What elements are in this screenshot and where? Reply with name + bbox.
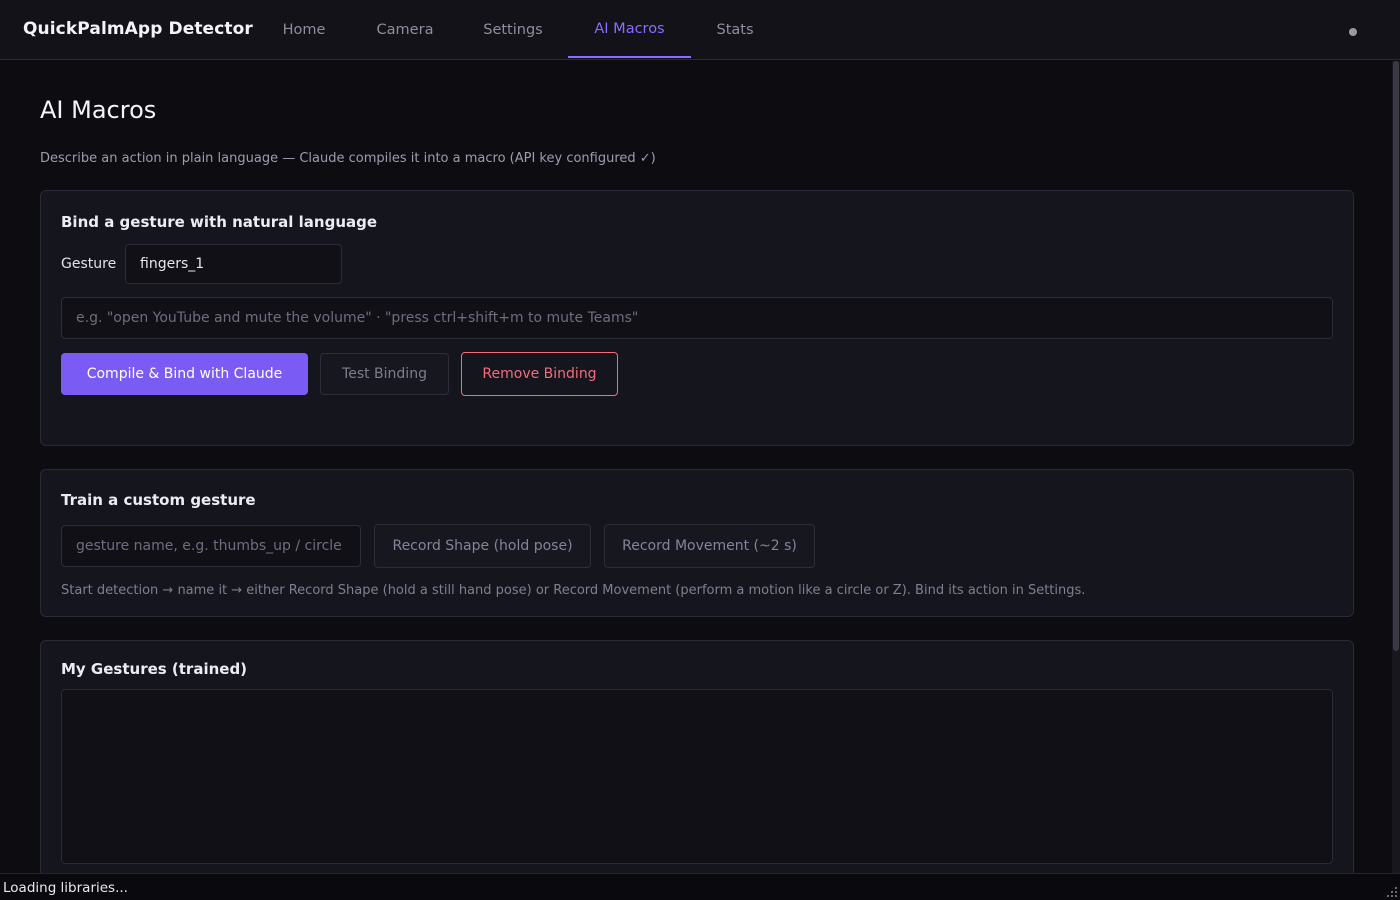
status-text: Loading libraries... [3, 880, 128, 896]
top-nav-bar: QuickPalmApp Detector Home Camera Settin… [0, 0, 1400, 60]
tab-ai-macros[interactable]: AI Macros [568, 0, 691, 58]
trained-gestures-list[interactable] [61, 689, 1333, 864]
scrollbar-thumb[interactable] [1393, 61, 1399, 651]
gesture-name-input[interactable]: gesture name, e.g. thumbs_up / circle [61, 525, 361, 567]
resize-grip-icon[interactable] [1386, 886, 1398, 898]
vertical-scrollbar[interactable] [1392, 61, 1400, 873]
tab-stats[interactable]: Stats [704, 0, 766, 58]
bind-card-title: Bind a gesture with natural language [61, 213, 378, 231]
page-description: Describe an action in plain language — C… [40, 151, 656, 166]
gesture-select[interactable]: fingers_1 [125, 244, 342, 284]
app-title: QuickPalmApp Detector [23, 19, 253, 39]
train-gesture-card: Train a custom gesture gesture name, e.g… [40, 469, 1354, 617]
main-content: AI Macros Describe an action in plain la… [0, 61, 1392, 873]
compile-bind-button[interactable]: Compile & Bind with Claude [61, 353, 308, 395]
train-hint-text: Start detection → name it → either Recor… [61, 583, 1086, 598]
macro-description-input[interactable]: e.g. "open YouTube and mute the volume" … [61, 297, 1333, 339]
record-movement-button[interactable]: Record Movement (~2 s) [604, 524, 815, 568]
record-shape-button[interactable]: Record Shape (hold pose) [374, 524, 591, 568]
my-gestures-card: My Gestures (trained) [40, 640, 1354, 873]
gesture-label: Gesture [61, 256, 117, 272]
tab-home[interactable]: Home [268, 0, 340, 58]
bind-gesture-card: Bind a gesture with natural language Ges… [40, 190, 1354, 446]
remove-binding-button[interactable]: Remove Binding [461, 352, 618, 396]
test-binding-button[interactable]: Test Binding [320, 353, 449, 395]
tab-camera[interactable]: Camera [364, 0, 446, 58]
tab-settings[interactable]: Settings [470, 0, 556, 58]
status-bar: Loading libraries... [0, 873, 1400, 900]
train-card-title: Train a custom gesture [61, 491, 256, 509]
page-title: AI Macros [40, 96, 157, 124]
my-gestures-title: My Gestures (trained) [61, 660, 248, 678]
connection-status-dot [1349, 28, 1357, 36]
